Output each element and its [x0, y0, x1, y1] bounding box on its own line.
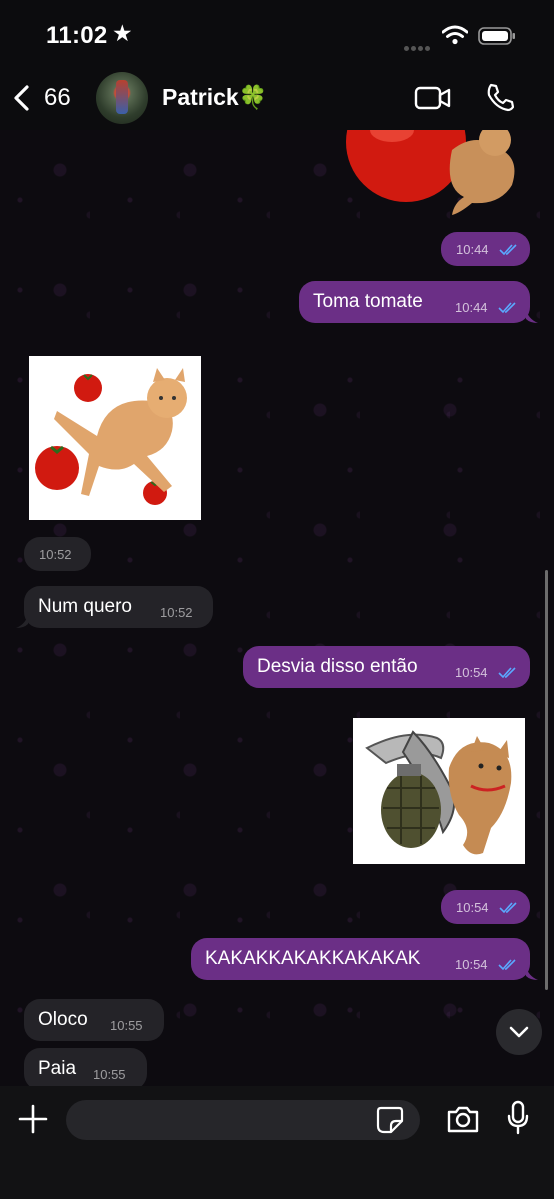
camera-icon[interactable] — [446, 1104, 480, 1134]
message-input[interactable] — [66, 1100, 420, 1140]
read-receipt-icon — [499, 902, 517, 914]
message-text: Num quero — [38, 596, 132, 617]
message-bubble-outgoing[interactable]: Desvia disso então 10:54 — [243, 646, 530, 688]
message-time: 10:44 — [455, 300, 488, 315]
contact-name[interactable]: Patrick🍀 — [162, 84, 267, 111]
message-text: KAKAKKAKAKKAKAKAK — [205, 948, 421, 969]
message-time: 10:52 — [39, 547, 72, 562]
message-time: 10:54 — [455, 665, 488, 680]
chevron-down-icon — [509, 1026, 529, 1038]
wifi-icon — [442, 25, 468, 45]
sticker-timestamp-bubble: 10:54 — [441, 890, 530, 924]
chat-header: 66 Patrick🍀 — [0, 70, 554, 130]
message-text: Desvia disso então — [257, 656, 418, 677]
message-bubble-outgoing[interactable]: Toma tomate 10:44 — [299, 281, 530, 323]
read-receipt-icon — [498, 959, 516, 971]
bubble-tail — [526, 966, 538, 980]
star-icon: ★ — [112, 20, 133, 46]
message-bubble-incoming[interactable]: Paia 10:55 — [24, 1048, 147, 1090]
sticker-cat-tomatoes[interactable] — [29, 356, 201, 520]
message-text: Toma tomate — [313, 291, 423, 312]
bubble-tail — [526, 309, 538, 323]
battery-icon — [478, 27, 515, 45]
status-bar: 11:02 ★ — [0, 0, 554, 70]
back-chevron-icon[interactable] — [12, 84, 32, 112]
scrollbar[interactable] — [545, 570, 548, 990]
message-text: Oloco — [38, 1009, 88, 1030]
read-receipt-icon — [499, 244, 517, 256]
sticker-timestamp-bubble: 10:52 — [24, 537, 91, 571]
sticker-cat-grenade[interactable] — [353, 718, 525, 864]
back-unread-count[interactable]: 66 — [44, 84, 71, 112]
message-time: 10:52 — [160, 605, 193, 620]
message-composer — [0, 1086, 554, 1199]
video-call-icon[interactable] — [414, 84, 452, 112]
bubble-tail — [16, 614, 28, 628]
plus-icon[interactable] — [18, 1104, 48, 1134]
read-receipt-icon — [498, 667, 516, 679]
sticker-icon[interactable] — [376, 1106, 404, 1134]
microphone-icon[interactable] — [506, 1100, 530, 1136]
signal-icon — [404, 38, 434, 51]
status-time: 11:02 — [46, 22, 108, 49]
message-bubble-incoming[interactable]: Oloco 10:55 — [24, 999, 164, 1041]
avatar[interactable] — [96, 72, 148, 124]
message-time: 10:54 — [455, 957, 488, 972]
read-receipt-icon — [498, 302, 516, 314]
sticker-tomato-cat-top[interactable] — [340, 120, 540, 215]
message-bubble-incoming[interactable]: Num quero 10:52 — [24, 586, 213, 628]
message-time: 10:55 — [93, 1067, 126, 1082]
message-bubble-outgoing[interactable]: KAKAKKAKAKKAKAKAK 10:54 — [191, 938, 530, 980]
message-time: 10:55 — [110, 1018, 143, 1033]
scroll-to-bottom-button[interactable] — [496, 1009, 542, 1055]
message-time: 10:54 — [456, 900, 489, 915]
sticker-timestamp-bubble: 10:44 — [441, 232, 530, 266]
message-time: 10:44 — [456, 242, 489, 257]
phone-call-icon[interactable] — [484, 82, 514, 112]
message-text: Paia — [38, 1058, 77, 1079]
